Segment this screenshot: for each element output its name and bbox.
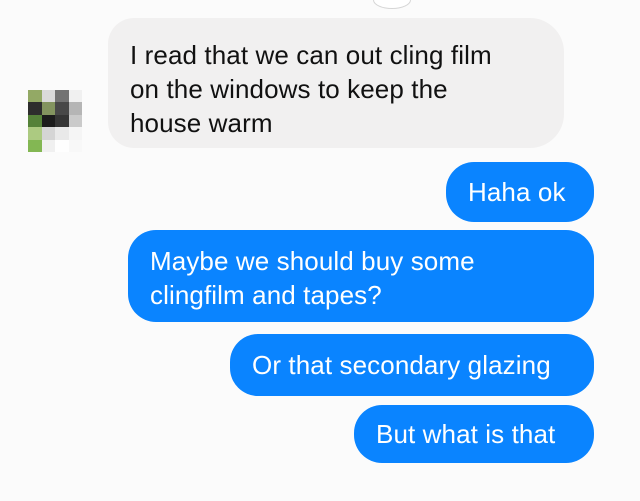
chat-thread: I read that we can out cling film on the…: [0, 0, 640, 501]
incoming-message: I read that we can out cling film on the…: [108, 18, 564, 148]
outgoing-message: Haha ok: [446, 162, 594, 222]
outgoing-message: Maybe we should buy some clingfilm and t…: [128, 230, 594, 322]
outgoing-message: Or that secondary glazing: [230, 334, 594, 396]
avatar: [28, 90, 82, 152]
outgoing-message: But what is that: [354, 405, 594, 463]
scroll-indicator: [373, 0, 411, 9]
